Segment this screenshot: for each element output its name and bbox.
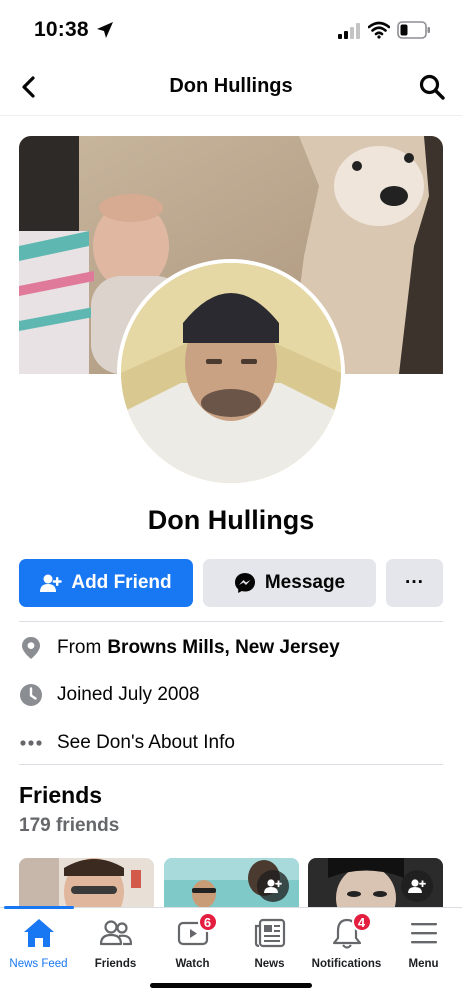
profile-name: Don Hullings <box>147 505 315 535</box>
add-friend-icon[interactable] <box>257 870 289 902</box>
add-friend-label: Add Friend <box>71 572 172 593</box>
watch-badge: 6 <box>197 912 218 932</box>
location-arrow-icon <box>97 22 113 38</box>
messenger-icon <box>234 573 255 593</box>
add-friend-icon[interactable] <box>401 870 433 902</box>
message-button[interactable]: Message <box>203 559 376 607</box>
friends-section-title: Friends <box>19 782 103 808</box>
avatar <box>121 263 341 483</box>
tab-label: Watch <box>175 958 210 970</box>
tab-label: Menu <box>408 958 439 970</box>
location-pin-icon <box>19 636 43 660</box>
tab-news[interactable]: News <box>231 916 308 970</box>
battery-low-icon <box>397 21 430 39</box>
add-friend-icon <box>40 574 63 592</box>
tab-label: Notifications <box>311 958 382 970</box>
more-options-button[interactable]: ··· <box>386 559 443 607</box>
more-icon: ··· <box>405 572 424 593</box>
active-tab-indicator <box>4 906 74 909</box>
tab-friends[interactable]: Friends <box>77 916 154 970</box>
home-icon <box>22 916 56 950</box>
friend-thumbnail[interactable] <box>164 858 299 910</box>
hometown-prefix: From <box>57 637 102 658</box>
about-info-label: See Don's About Info <box>57 732 235 753</box>
notifications-badge: 4 <box>351 912 372 932</box>
watch-icon: 6 <box>176 912 218 950</box>
about-info-link[interactable]: See Don's About Info <box>19 728 235 758</box>
tab-label: News <box>254 958 285 970</box>
menu-icon <box>407 916 441 950</box>
joined-text: Joined July 2008 <box>57 684 200 705</box>
search-icon[interactable] <box>418 73 446 101</box>
cellular-signal-icon <box>338 23 360 39</box>
friend-thumbnail[interactable] <box>19 858 154 910</box>
clock-icon <box>19 683 43 707</box>
tab-menu[interactable]: Menu <box>385 916 462 970</box>
wifi-icon <box>368 21 390 39</box>
add-friend-button[interactable]: Add Friend <box>19 559 193 607</box>
status-time: 10:38 <box>34 18 89 41</box>
friend-thumbnail[interactable] <box>308 858 443 910</box>
more-dots-icon <box>19 731 43 755</box>
bell-icon: 4 <box>330 912 372 950</box>
divider <box>19 764 443 765</box>
profile-picture[interactable] <box>117 259 345 487</box>
message-label: Message <box>264 572 346 593</box>
page-title: Don Hullings <box>169 75 293 97</box>
status-bar: 10:38 <box>0 0 462 60</box>
tab-news-feed[interactable]: News Feed <box>0 916 77 970</box>
friends-icon <box>99 916 133 950</box>
tab-notifications[interactable]: 4 Notifications <box>308 912 385 970</box>
home-indicator <box>150 983 312 988</box>
tab-label: News Feed <box>9 958 68 970</box>
info-joined: Joined July 2008 <box>19 680 200 710</box>
info-hometown: From Browns Mills, New Jersey <box>19 633 340 663</box>
divider <box>19 621 443 622</box>
tab-watch[interactable]: 6 Watch <box>154 912 231 970</box>
friends-count[interactable]: 179 friends <box>19 815 119 837</box>
news-icon <box>253 916 287 950</box>
hometown-place[interactable]: Browns Mills, New Jersey <box>107 637 339 659</box>
profile-header: Don Hullings <box>0 60 462 116</box>
tab-label: Friends <box>94 958 137 970</box>
